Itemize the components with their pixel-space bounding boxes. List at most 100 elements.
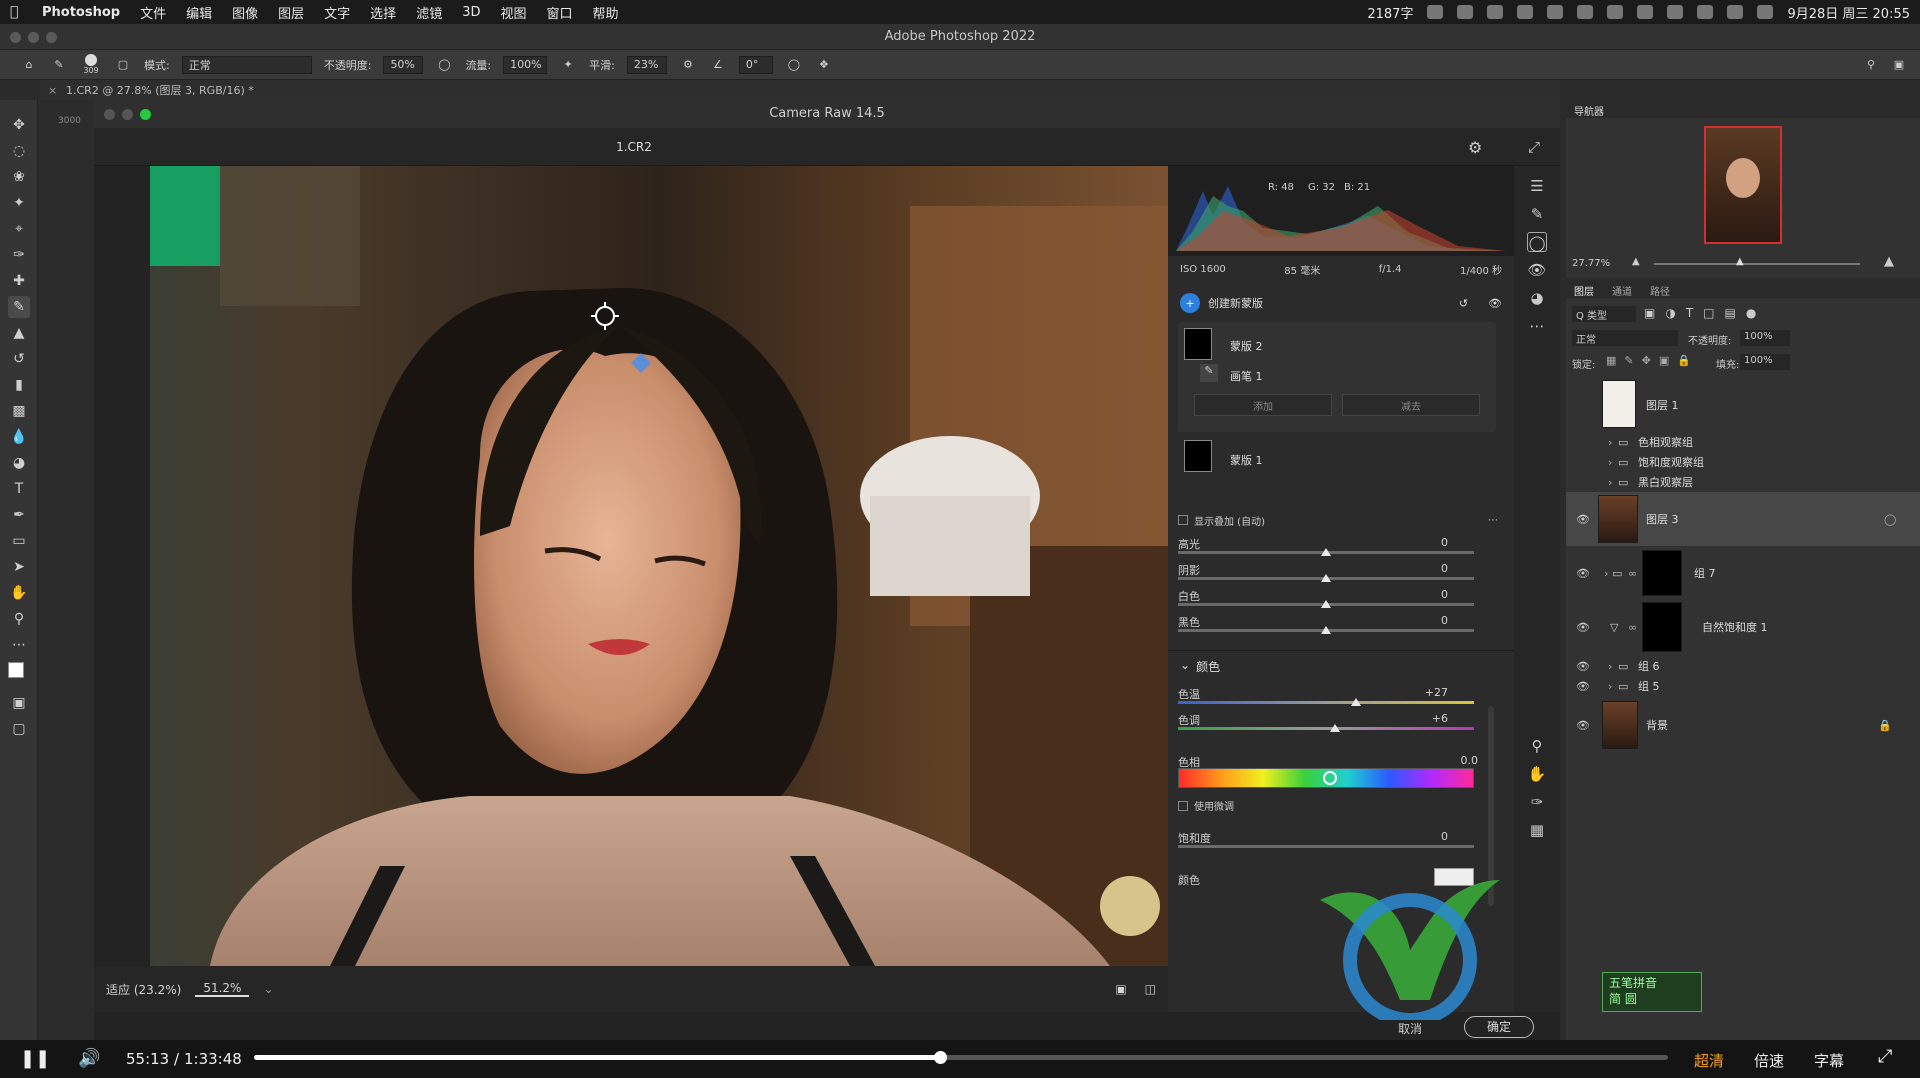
layer-row-selected[interactable]: 👁 图层 3 ◯ [1566,492,1920,546]
blacks-value[interactable]: 0 [1408,614,1448,627]
airbrush-icon[interactable]: ✦ [559,56,577,74]
zoom-out-icon[interactable]: ▲ [1632,256,1640,267]
pressure-opacity-icon[interactable]: ◯ [435,56,453,74]
layer-opacity-field[interactable]: 100% [1740,330,1790,346]
tint-slider[interactable]: 色调 +6 [1178,712,1478,738]
photo-preview[interactable] [150,166,1168,966]
layer-name[interactable]: 组 5 [1638,678,1660,694]
blend-mode-select[interactable]: 正常 [1572,330,1678,346]
add-button[interactable]: 添加 [1194,394,1332,416]
hue-value[interactable]: 0.0 [1438,754,1479,767]
visibility-eye-icon[interactable]: 👁 [1576,513,1590,526]
layer-name[interactable]: 图层 1 [1646,397,1679,413]
masking-icon[interactable]: ◯ [1527,232,1547,252]
visibility-eye-icon[interactable]: 👁 [1576,567,1590,580]
whites-thumb[interactable] [1321,600,1331,608]
tab-channels[interactable]: 通道 [1612,283,1632,298]
whites-slider[interactable]: 白色 0 [1178,588,1478,614]
hand-icon[interactable]: ✋ [1527,764,1547,784]
more-tools-icon[interactable]: ⋯ [8,634,30,656]
chevron-right-icon[interactable]: › [1608,456,1612,469]
pause-icon[interactable]: ❚❚ [20,1048,50,1069]
blacks-slider[interactable]: 黑色 0 [1178,614,1478,640]
tint-track[interactable] [1178,727,1474,730]
subtitle-button[interactable]: 字幕 [1814,1050,1844,1071]
lock-artboard-icon[interactable]: ▣ [1659,354,1669,367]
ime-status-widget[interactable]: 五笔拼音 简 圆 [1602,972,1702,1012]
shape-tool-icon[interactable]: ▭ [8,530,30,552]
quick-mask-icon[interactable]: ▣ [8,692,30,714]
more-options-icon[interactable]: ⋯ [1488,515,1498,526]
layer-name[interactable]: 背景 [1646,717,1668,733]
search-icon[interactable]: ⚲ [1862,56,1880,74]
chevron-down-icon[interactable]: ⌄ [1180,658,1190,675]
zoom-in-icon[interactable]: ▲ [1884,254,1894,269]
layer-row[interactable]: 👁 › ▭ ∞ 组 7 [1566,548,1920,598]
foreground-color-swatch[interactable] [8,662,24,678]
menu-item-3d[interactable]: 3D [462,5,480,20]
acr-minimize-button[interactable] [122,109,133,120]
tint-value[interactable]: +6 [1408,712,1448,725]
zoom-tool-icon[interactable]: ⚲ [8,608,30,630]
layer-name[interactable]: 组 7 [1694,565,1716,581]
sync-icon[interactable] [1517,5,1534,19]
gear-icon[interactable]: ⚙ [679,56,697,74]
menu-item-layer[interactable]: 图层 [278,3,304,22]
layer-mask-thumbnail[interactable] [1642,550,1682,596]
menu-app-name[interactable]: Photoshop [42,5,120,20]
bluetooth-icon[interactable] [1667,5,1684,19]
wifi-icon[interactable] [1697,5,1714,19]
shadows-thumb[interactable] [1321,574,1331,582]
pen-tool-icon[interactable]: ✒ [8,504,30,526]
acr-close-button[interactable] [104,109,115,120]
chevron-right-icon[interactable]: › [1604,567,1608,580]
mask-1-label[interactable]: 蒙版 1 [1230,452,1263,468]
navigator-thumbnail[interactable] [1704,126,1782,244]
s-icon[interactable] [1607,5,1624,19]
type-tool-icon[interactable]: T [8,478,30,500]
home-icon[interactable]: ⌂ [20,56,38,74]
chevron-right-icon[interactable]: › [1608,436,1612,449]
stamp-tool-icon[interactable]: ▲ [8,322,30,344]
control-center-icon[interactable] [1757,5,1774,19]
microphone-icon[interactable] [1457,5,1474,19]
workspace-icon[interactable]: ▣ [1890,56,1908,74]
speed-button[interactable]: 倍速 [1754,1050,1784,1071]
quality-button[interactable]: 超清 [1694,1050,1724,1071]
layer-mask-thumbnail[interactable] [1642,602,1682,652]
menu-item-image[interactable]: 图像 [232,3,258,22]
tint-thumb[interactable] [1329,724,1340,732]
visibility-eye-icon[interactable]: 👁 [1576,719,1590,732]
chevron-right-icon[interactable]: › [1608,660,1612,673]
create-new-mask-label[interactable]: 创建新蒙版 [1208,295,1263,311]
layer-name[interactable]: 色相观察组 [1638,434,1693,450]
tab-layers[interactable]: 图层 [1574,283,1594,298]
navigator-zoom-thumb[interactable]: ▲ [1736,256,1744,267]
quick-select-tool-icon[interactable]: ✦ [8,192,30,214]
symmetry-icon[interactable]: ❖ [815,56,833,74]
filter-smart-object-icon[interactable]: ▤ [1725,306,1736,320]
visibility-eye-icon[interactable]: 👁 [1576,621,1590,634]
lock-transparent-icon[interactable]: ▦ [1606,354,1616,367]
layer-row[interactable]: › ▭ 色相观察组 [1566,432,1920,452]
menu-item-filter[interactable]: 滤镜 [416,3,442,22]
fill-field[interactable]: 100% [1740,354,1790,370]
cancel-button[interactable]: 取消 [1398,1020,1422,1037]
filter-type-icon[interactable]: T [1686,306,1693,320]
filter-adjustment-icon[interactable]: ◑ [1665,306,1675,320]
single-view-icon[interactable]: ▣ [1115,982,1126,996]
status-icon[interactable] [1427,5,1444,19]
eraser-tool-icon[interactable]: ▮ [8,374,30,396]
exit-fullscreen-icon[interactable]: ⤢ [1878,1046,1892,1067]
blacks-thumb[interactable] [1321,626,1331,634]
grid-icon[interactable]: ▦ [1527,820,1547,840]
shadows-value[interactable]: 0 [1408,562,1448,575]
menu-item-select[interactable]: 选择 [370,3,396,22]
video-progress-handle[interactable] [933,1051,947,1064]
show-overlay-checkbox[interactable] [1178,515,1188,525]
moon-icon[interactable] [1637,5,1654,19]
before-after-icon[interactable]: ◫ [1145,982,1156,996]
dodge-tool-icon[interactable]: ◕ [8,452,30,474]
eyedropper-icon[interactable]: ✑ [1527,792,1547,812]
temperature-value[interactable]: +27 [1408,686,1448,699]
